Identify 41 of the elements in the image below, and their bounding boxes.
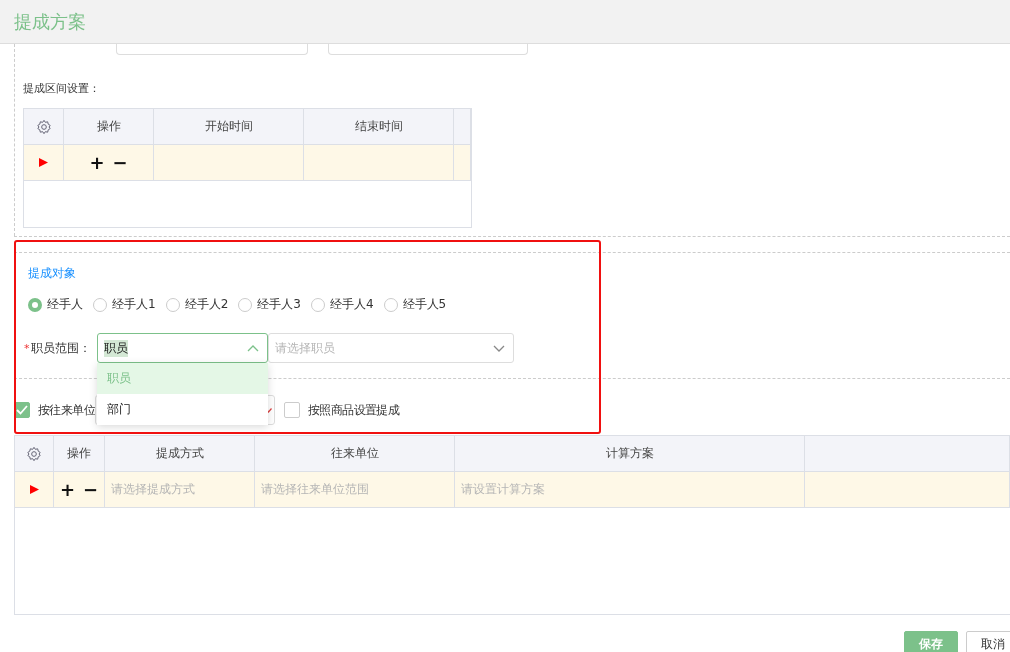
radio-icon[interactable] [165,297,180,312]
column-header: 开始时间 [154,109,304,144]
remove-row-button[interactable]: − [83,480,99,499]
column-header: 操作 [54,436,105,471]
section-title: 提成对象 [28,265,77,282]
radio-icon[interactable] [383,297,398,312]
checkbox-label: 按照商品设置提成 [308,401,400,419]
settings-icon[interactable] [35,118,52,135]
chevron-down-icon [265,407,272,413]
column-header: 计算方案 [455,436,805,471]
remove-row-button[interactable]: − [112,153,128,172]
column-header: 提成方式 [105,436,255,471]
radio-option[interactable]: 经手人1 [93,296,156,313]
radio-icon[interactable] [238,297,253,312]
checkbox-label: 按往来单位 [38,401,95,419]
radio-option[interactable]: 经手人 [28,296,83,313]
radio-icon[interactable] [310,297,325,312]
input-field[interactable] [116,44,308,55]
dialog-title: 提成方案 [14,9,86,34]
radio-option[interactable]: 经手人4 [310,296,374,313]
section-label: 提成区间设置： [23,81,101,96]
column-header: 结束时间 [304,109,454,144]
chevron-up-icon [247,344,259,352]
radio-icon[interactable] [28,297,42,312]
checkbox[interactable] [284,402,300,418]
type-select[interactable]: 职员 [97,333,268,363]
radio-option[interactable]: 经手人2 [165,296,229,313]
add-row-button[interactable]: + [89,153,105,172]
settings-icon[interactable] [26,445,42,462]
column-header: 操作 [64,109,154,144]
column-header: 往来单位 [255,436,455,471]
radio-option[interactable]: 经手人5 [383,296,447,313]
input-field[interactable] [328,44,528,55]
chevron-down-icon [493,344,505,352]
radio-option[interactable]: 经手人3 [238,296,301,313]
radio-icon[interactable] [93,297,107,312]
field-label: 职员范围： [31,339,92,357]
dropdown-option[interactable]: 部门 [97,394,268,425]
cancel-button[interactable]: 取消 [966,631,1010,652]
required-mark: * [24,341,31,355]
add-row-button[interactable]: + [59,480,75,499]
